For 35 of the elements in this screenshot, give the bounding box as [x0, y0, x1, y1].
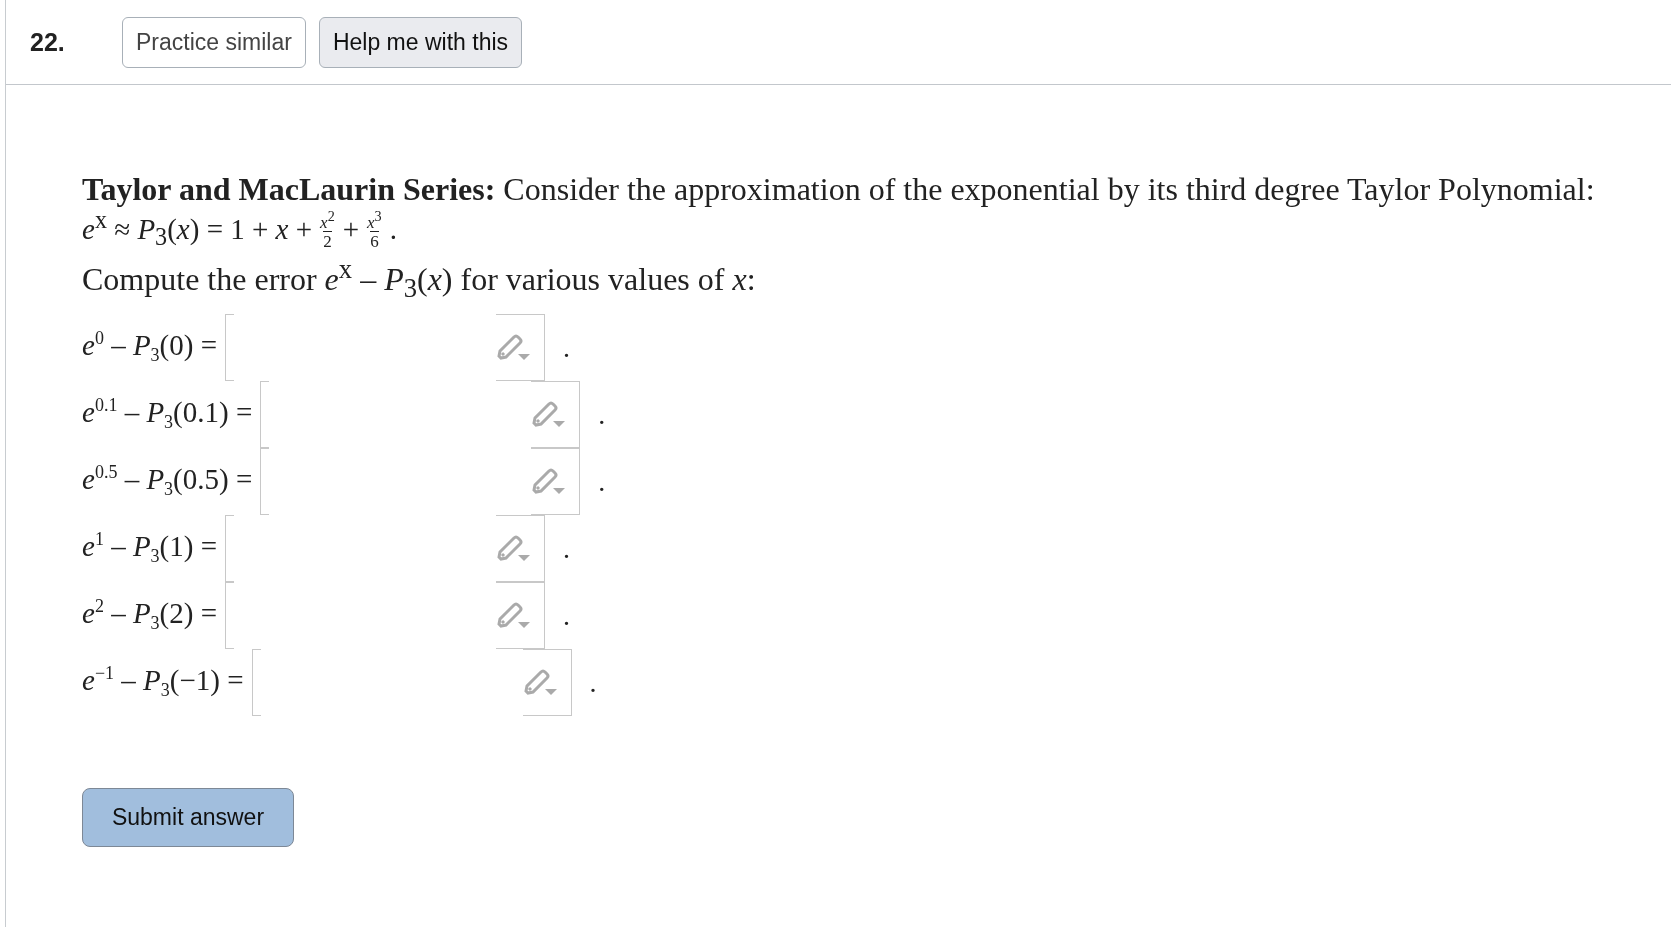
- period: .: [563, 331, 570, 364]
- period: .: [598, 398, 606, 431]
- formula-text: .: [389, 212, 397, 246]
- formula-text: e$^{x}$ ≈ P$_{3}$(x) = 1 + x +: [82, 206, 313, 252]
- pencil-icon: [531, 400, 566, 429]
- equation-label: e$^{2}$ – P$_{3}$(2) =: [82, 596, 217, 635]
- answer-field[interactable]: [225, 582, 545, 650]
- practice-button[interactable]: Practice similar: [122, 16, 306, 68]
- pencil-icon: [496, 601, 530, 630]
- pencil-icon: [496, 534, 530, 563]
- period: .: [598, 465, 606, 498]
- formula-text: +: [342, 212, 360, 246]
- answer-field[interactable]: [225, 314, 545, 382]
- period: .: [563, 532, 570, 565]
- period: .: [589, 666, 597, 699]
- answer-field[interactable]: [251, 649, 572, 717]
- pencil-icon: [522, 668, 557, 697]
- equation-label: e$^{0}$ – P$_{3}$(0) =: [82, 328, 217, 367]
- equation-label: e$^{−1}$ – P$_{3}$(−1) =: [82, 663, 244, 702]
- instruction-text: Compute the error e$^{x}$ – P$_{3}$(x) for various values of x:: [82, 253, 757, 306]
- equation-label: e$^{1}$ – P$_{3}$(1) =: [82, 529, 217, 568]
- equation-label: e$^{0.1}$ – P$_{3}$(0.1) =: [82, 395, 253, 434]
- fraction: x$^{2}$ 2: [320, 208, 335, 250]
- help-button[interactable]: Help me with this: [318, 16, 523, 68]
- equation-label: e$^{0.5}$ – P$_{3}$(0.5) =: [82, 462, 253, 501]
- submit-button[interactable]: Submit answer: [82, 788, 294, 848]
- pencil-icon: [531, 467, 566, 496]
- pencil-icon: [496, 333, 530, 362]
- answer-field[interactable]: [225, 515, 545, 583]
- answer-field[interactable]: [260, 448, 581, 516]
- problem-statement: Taylor and MacLaurin Series: Consider the approximation of the exponential by its third degree Taylor Polynomial:: [82, 170, 1596, 209]
- answer-field[interactable]: [260, 381, 581, 449]
- fraction: x$^{3}$ 6: [367, 208, 382, 250]
- period: .: [563, 599, 570, 632]
- question-number: 22.: [30, 27, 66, 57]
